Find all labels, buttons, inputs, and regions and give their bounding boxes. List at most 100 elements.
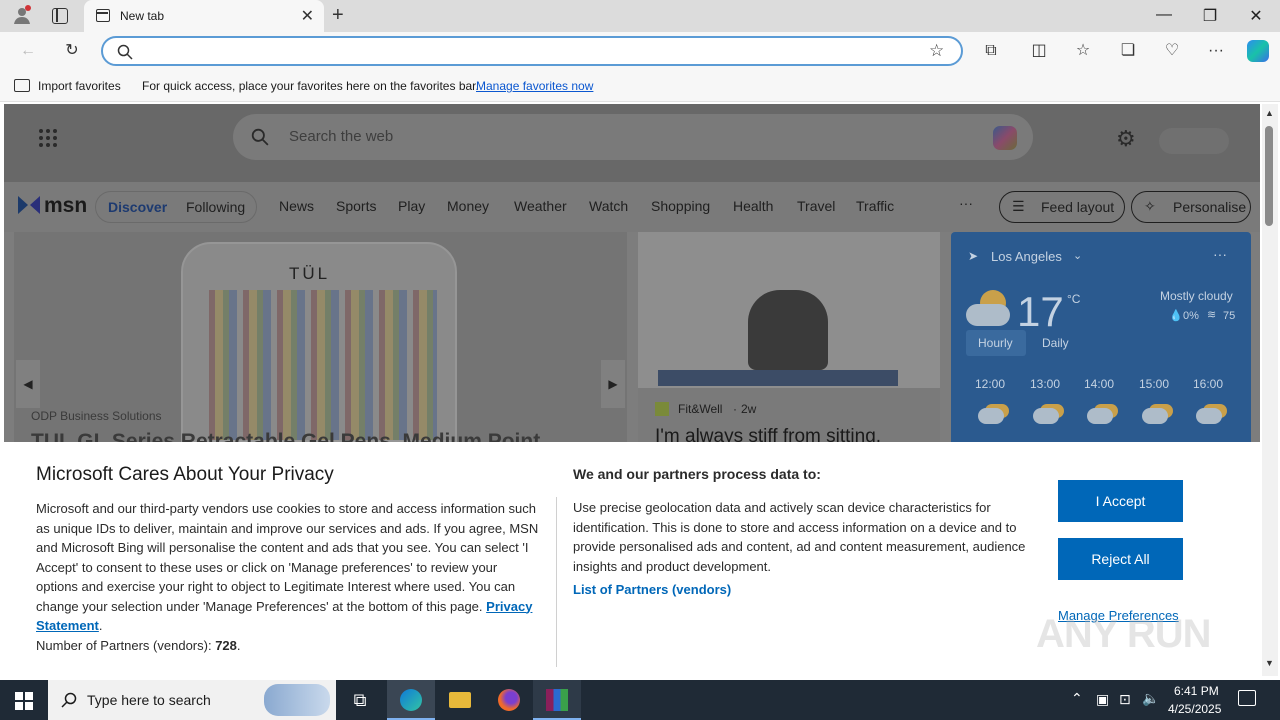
partners-count-label: Number of Partners (vendors): (36, 637, 212, 653)
clock-date[interactable]: 4/25/2025 (1168, 702, 1221, 716)
browser-essentials-icon[interactable]: ♡ (1161, 40, 1183, 62)
settings-more-icon[interactable]: ··· (1205, 40, 1227, 62)
article-dot: · (733, 402, 737, 416)
nav-more-icon[interactable]: ··· (959, 195, 973, 211)
back-icon[interactable]: ← (17, 40, 39, 62)
sign-in-area[interactable] (1159, 128, 1229, 154)
hero-brand-text: TÜL (289, 264, 331, 283)
consent-divider (556, 497, 557, 667)
carousel-next-icon[interactable]: ▶ (601, 360, 625, 408)
scroll-down-icon[interactable]: ▼ (1265, 658, 1274, 668)
weather-location[interactable]: Los Angeles (991, 249, 1062, 264)
favorite-star-icon[interactable]: ☆ (929, 41, 944, 61)
hourly-cloud-icon (1087, 408, 1113, 424)
import-favorites-button[interactable]: Import favorites (38, 79, 121, 93)
volume-icon[interactable]: 🔈 (1142, 690, 1159, 707)
task-view-icon[interactable]: ⧉ (336, 680, 384, 720)
feed-layout-button[interactable]: ☰ Feed layout (999, 191, 1125, 223)
purposes-text: Use precise geolocation data and activel… (573, 500, 1026, 574)
nav-sports[interactable]: Sports (336, 198, 376, 214)
firefox-icon[interactable] (484, 680, 532, 720)
butterfly-icon (18, 196, 40, 214)
taskbar-search[interactable]: Type here to search (48, 680, 336, 720)
minimize-icon[interactable]: — (1141, 6, 1187, 24)
consent-body: Microsoft and our third-party vendors us… (36, 499, 542, 655)
nav-play[interactable]: Play (398, 198, 425, 214)
clock-time[interactable]: 6:41 PM (1174, 684, 1219, 698)
sliders-icon: ☰ (1012, 198, 1025, 214)
copilot-icon[interactable] (993, 126, 1017, 150)
hourly-cloud-icon (1142, 408, 1168, 424)
partners-count: 728 (215, 637, 237, 653)
tab-new-tab[interactable]: New tab ✕ (84, 0, 324, 32)
nav-shopping[interactable]: Shopping (651, 198, 710, 214)
msn-logo-text: msn (44, 194, 88, 217)
weather-aqi: 75 (1223, 310, 1236, 322)
consent-body-text: Microsoft and our third-party vendors us… (36, 501, 539, 614)
hero-source: ODP Business Solutions (31, 409, 162, 423)
weather-tab-daily[interactable]: Daily (1042, 336, 1069, 350)
nav-traffic[interactable]: Traffic (856, 198, 894, 214)
consent-title: Microsoft Cares About Your Privacy (36, 464, 334, 485)
extensions-icon[interactable]: ⧉ (980, 40, 1002, 62)
tab-strip: New tab ✕ + — ❐ ✕ (0, 0, 1280, 32)
nav-news[interactable]: News (279, 198, 314, 214)
hero-card[interactable]: TÜL ◀ ▶ ODP Business Solutions TUL GL Se… (14, 232, 627, 452)
winrar-icon[interactable] (533, 680, 581, 720)
partners-list-link[interactable]: List of Partners (vendors) (573, 582, 731, 597)
weather-tab-hourly[interactable]: Hourly (966, 330, 1026, 356)
nav-weather[interactable]: Weather (514, 198, 567, 214)
manage-favorites-link[interactable]: Manage favorites now (476, 79, 593, 93)
weather-card[interactable]: ➤ Los Angeles ⌄ ··· 17 °C Mostly cloudy … (951, 232, 1251, 452)
purposes-title: We and our partners process data to: (573, 466, 821, 482)
favorites-icon[interactable]: ☆ (1072, 40, 1094, 62)
file-explorer-icon[interactable] (435, 680, 483, 720)
tab-discover[interactable]: Discover (108, 199, 167, 215)
search-highlight-image (264, 684, 330, 716)
notifications-icon[interactable] (1238, 690, 1256, 706)
start-icon[interactable] (0, 680, 48, 720)
location-chevron-icon[interactable]: ⌄ (1073, 249, 1082, 262)
tab-actions-icon[interactable] (52, 8, 68, 24)
show-hidden-icons-icon[interactable]: ⌃ (1071, 690, 1083, 707)
address-bar[interactable]: ☆ (101, 36, 963, 66)
reject-all-button[interactable]: Reject All (1058, 538, 1183, 580)
personalise-button[interactable]: ✧ Personalise (1131, 191, 1251, 223)
nav-watch[interactable]: Watch (589, 198, 628, 214)
new-tab-icon[interactable]: + (332, 4, 344, 27)
restore-icon[interactable]: ❐ (1187, 6, 1233, 26)
network-icon[interactable]: ⊡ (1119, 691, 1131, 708)
window-close-icon[interactable]: ✕ (1233, 6, 1279, 26)
device-icon[interactable]: ▣ (1096, 691, 1109, 708)
msn-logo[interactable]: msn (16, 194, 87, 219)
web-search-box[interactable]: Search the web (233, 114, 1033, 160)
edge-icon[interactable] (387, 680, 435, 720)
weather-condition: Mostly cloudy (1160, 289, 1233, 303)
article-card[interactable]: Fit&Well · 2w I'm always stiff from sitt… (638, 232, 940, 452)
weather-more-icon[interactable]: ··· (1213, 246, 1227, 262)
aqi-icon: ≋ (1207, 309, 1217, 321)
hourly-cloud-icon (978, 408, 1004, 424)
close-tab-icon[interactable]: ✕ (301, 6, 314, 26)
carousel-prev-icon[interactable]: ◀ (16, 360, 40, 408)
search-icon (251, 128, 269, 146)
copilot-icon[interactable] (1247, 40, 1269, 62)
settings-gear-icon[interactable]: ⚙ (1116, 126, 1136, 152)
profile-icon[interactable] (12, 5, 32, 25)
scroll-thumb[interactable] (1265, 126, 1273, 226)
page-scrollbar[interactable]: ▲ ▼ (1262, 104, 1278, 676)
weather-precip: 0% (1183, 310, 1199, 322)
search-icon (61, 692, 77, 708)
tab-following[interactable]: Following (186, 199, 245, 215)
nav-health[interactable]: Health (733, 198, 773, 214)
collections-icon[interactable]: ❏ (1117, 40, 1139, 62)
nav-money[interactable]: Money (447, 198, 489, 214)
refresh-icon[interactable]: ↻ (61, 40, 83, 62)
personalise-label: Personalise (1173, 199, 1247, 215)
split-screen-icon[interactable]: ◫ (1028, 40, 1050, 62)
watermark-logo: ANY RUN (1036, 612, 1212, 657)
accept-button[interactable]: I Accept (1058, 480, 1183, 522)
scroll-up-icon[interactable]: ▲ (1265, 108, 1274, 118)
nav-travel[interactable]: Travel (797, 198, 835, 214)
apps-grid-icon[interactable] (38, 128, 58, 148)
